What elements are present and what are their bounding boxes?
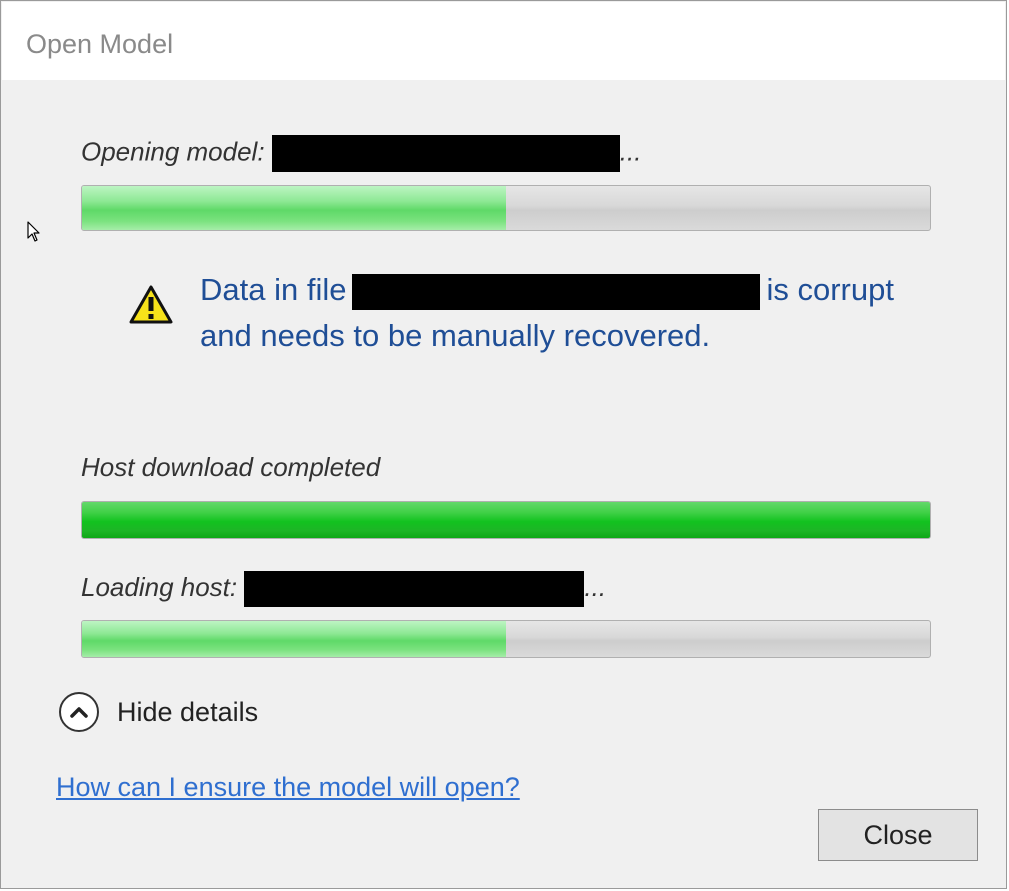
host-download-progress-fill [82,502,930,538]
title-bar: Open Model [2,2,1005,80]
message-text-before: Data in file [200,272,347,307]
redacted-model-name [271,135,620,172]
opening-model-progress-fill [82,186,506,230]
host-download-progress-bar [81,501,931,539]
redacted-host-name [244,571,585,607]
loading-host-progress-bar [81,620,931,658]
hide-details-toggle[interactable]: Hide details [59,692,258,732]
help-link[interactable]: How can I ensure the model will open? [56,772,520,803]
loading-host-status: Loading host: ... [81,571,606,607]
host-download-label: Host download completed [81,452,381,482]
corrupt-data-message: Data in file is corrupt and needs to be m… [200,267,940,359]
chevron-up-icon[interactable] [59,692,99,732]
mouse-cursor-icon [27,221,40,242]
close-button[interactable]: Close [818,809,978,861]
open-model-dialog: Open Model Opening model: ... Data in fi… [0,0,1007,889]
opening-model-progress-bar [81,185,931,231]
loading-host-ellipsis: ... [584,571,607,602]
opening-model-label: Opening model: [81,136,265,167]
redacted-file-name [352,273,761,310]
opening-model-status: Opening model: ... [81,135,641,172]
dialog-title: Open Model [26,29,174,59]
loading-host-progress-fill [82,621,506,657]
loading-host-label: Loading host: [81,571,238,602]
hide-details-label[interactable]: Hide details [117,697,258,728]
opening-model-ellipsis: ... [619,136,642,167]
warning-icon [129,285,173,324]
